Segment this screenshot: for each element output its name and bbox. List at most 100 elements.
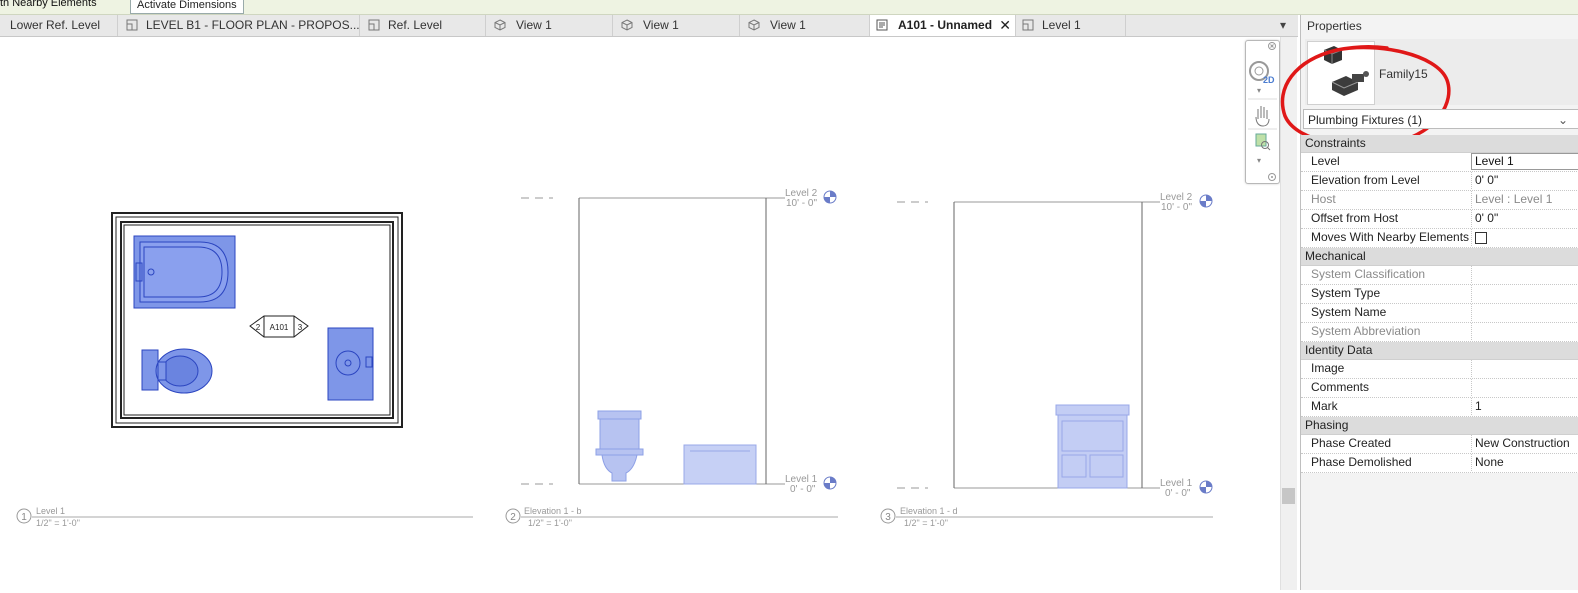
level-1-elevation: 0' - 0" xyxy=(1165,488,1191,499)
prop-row[interactable]: Elevation from Level 0' 0" xyxy=(1301,172,1578,191)
tab-view-1-b[interactable]: View 1 xyxy=(613,15,740,36)
floor-plan-icon xyxy=(126,19,138,31)
property-table: Constraints Level Level 1 Elevation from … xyxy=(1301,135,1578,473)
group-mechanical[interactable]: Mechanical xyxy=(1301,248,1578,266)
prop-value xyxy=(1471,323,1578,340)
prop-key: System Type xyxy=(1311,286,1381,300)
prop-value[interactable]: New Construction xyxy=(1471,435,1578,452)
prop-row[interactable]: Moves With Nearby Elements xyxy=(1301,229,1578,248)
prop-value[interactable]: Level 1 xyxy=(1471,153,1578,170)
moves-with-nearby-checkbox[interactable] xyxy=(1475,232,1487,244)
level-head-icon xyxy=(1199,480,1213,494)
prop-row[interactable]: Phase Created New Construction xyxy=(1301,435,1578,454)
type-selector-dropdown[interactable]: Plumbing Fixtures (1) ⌄ xyxy=(1303,109,1578,129)
plan-view[interactable]: A101 2 3 xyxy=(111,212,403,428)
elevation-tag-left: 2 xyxy=(256,323,261,332)
ribbon-strip: th Nearby Elements Activate Dimensions xyxy=(0,0,1578,15)
type-selector-value: Plumbing Fixtures (1) xyxy=(1308,113,1423,127)
level-head-icon xyxy=(1199,194,1213,208)
floor-plan-icon xyxy=(368,19,380,31)
tab-ref-level[interactable]: Ref. Level xyxy=(360,15,486,36)
level-2-elevation: 10' - 0" xyxy=(1161,202,1192,213)
level-1-elevation: 0' - 0" xyxy=(790,484,816,495)
bathtub-plan[interactable] xyxy=(133,235,236,309)
prop-key: Mark xyxy=(1311,399,1338,413)
toilet-elevation[interactable] xyxy=(595,410,644,482)
group-constraints[interactable]: Constraints xyxy=(1301,135,1578,153)
tab-level-b1[interactable]: LEVEL B1 - FLOOR PLAN - PROPOS... xyxy=(118,15,360,36)
chevron-down-icon[interactable]: ⌄ xyxy=(1558,110,1568,130)
prop-value[interactable] xyxy=(1471,304,1578,321)
dropdown-arrow-icon[interactable]: ▾ xyxy=(1257,156,1261,165)
vanity-elevation[interactable] xyxy=(1055,404,1130,489)
prop-row[interactable]: System Name xyxy=(1301,304,1578,323)
options-icon[interactable] xyxy=(1268,173,1276,181)
group-phasing[interactable]: Phasing xyxy=(1301,417,1578,435)
prop-row[interactable]: System Type xyxy=(1301,285,1578,304)
prop-row[interactable]: Comments xyxy=(1301,379,1578,398)
sheet-canvas[interactable]: A101 2 3 Level 2 10' - 0" Level 1 0' - 0… xyxy=(0,37,1280,590)
3d-view-icon xyxy=(494,19,506,31)
prop-row[interactable]: Phase Demolished None xyxy=(1301,454,1578,473)
tab-label: A101 - Unnamed xyxy=(898,18,993,32)
bathtub-elevation[interactable] xyxy=(683,444,757,485)
tab-label: Lower Ref. Level xyxy=(10,18,101,32)
prop-row[interactable]: Level Level 1 xyxy=(1301,153,1578,172)
prop-key: Phase Created xyxy=(1311,436,1392,450)
toilet-plan[interactable] xyxy=(141,348,213,394)
prop-value[interactable] xyxy=(1471,360,1578,377)
prop-value[interactable]: None xyxy=(1471,454,1578,471)
prop-value[interactable]: 1 xyxy=(1471,398,1578,415)
elevation-tag-right: 3 xyxy=(298,323,303,332)
tab-list-menu-icon[interactable]: ▾ xyxy=(1280,18,1286,32)
prop-row[interactable]: Mark 1 xyxy=(1301,398,1578,417)
sheet-icon xyxy=(876,19,888,31)
group-identity-data[interactable]: Identity Data xyxy=(1301,342,1578,360)
elevation-d-view[interactable]: Level 2 10' - 0" Level 1 0' - 0" xyxy=(897,192,1213,499)
elevation-tag[interactable]: A101 2 3 xyxy=(249,315,309,338)
prop-value[interactable] xyxy=(1471,379,1578,396)
view-scale: 1/2" = 1'-0" xyxy=(528,518,572,528)
scrollbar-thumb[interactable] xyxy=(1282,488,1295,504)
tab-label: Ref. Level xyxy=(388,18,443,32)
view-tab-bar: Lower Ref. Level LEVEL B1 - FLOOR PLAN -… xyxy=(0,15,1298,37)
view-name: Elevation 1 - d xyxy=(900,506,958,516)
activate-dimensions-button[interactable]: Activate Dimensions xyxy=(130,0,244,14)
prop-key: Phase Demolished xyxy=(1311,455,1412,469)
prop-value xyxy=(1471,266,1578,283)
view-title-elevation-b: 2 Elevation 1 - b 1/2" = 1'-0" xyxy=(505,506,838,528)
pan-hand-icon[interactable] xyxy=(1255,106,1270,127)
tab-a101-unnamed[interactable]: A101 - Unnamed ✕ xyxy=(870,15,1016,36)
tab-label: LEVEL B1 - FLOOR PLAN - PROPOS... xyxy=(146,18,360,32)
view-title-plan: 1 Level 1 1/2" = 1'-0" xyxy=(16,506,473,528)
elevation-tag-text: A101 xyxy=(270,323,289,332)
tab-view-1-a[interactable]: View 1 xyxy=(486,15,613,36)
view-number: 3 xyxy=(885,512,891,523)
prop-row[interactable]: Offset from Host 0' 0" xyxy=(1301,210,1578,229)
elevation-b-view[interactable]: Level 2 10' - 0" Level 1 0' - 0" xyxy=(521,188,837,495)
navigation-bar-icons: 2D ▾ ▾ xyxy=(1248,42,1277,181)
moves-with-nearby-label: th Nearby Elements xyxy=(0,0,97,9)
prop-key: System Abbreviation xyxy=(1311,324,1421,338)
close-navbar-icon[interactable] xyxy=(1268,42,1276,50)
view-number: 1 xyxy=(21,512,27,523)
tab-view-1-c[interactable]: View 1 xyxy=(740,15,870,36)
close-tab-icon[interactable]: ✕ xyxy=(999,15,1011,36)
2d-label: 2D xyxy=(1263,75,1275,85)
tab-level-1[interactable]: Level 1 xyxy=(1016,15,1126,36)
prop-key: System Classification xyxy=(1311,267,1426,281)
sink-plan[interactable] xyxy=(327,327,374,401)
zoom-region-icon[interactable] xyxy=(1255,133,1271,151)
prop-value[interactable] xyxy=(1471,285,1578,302)
dropdown-arrow-icon[interactable]: ▾ xyxy=(1257,86,1261,95)
3d-view-icon xyxy=(748,19,760,31)
prop-row[interactable]: Image xyxy=(1301,360,1578,379)
tab-lower-ref-level[interactable]: Lower Ref. Level xyxy=(0,15,118,36)
prop-value[interactable]: 0' 0" xyxy=(1471,210,1578,227)
view-name: Level 1 xyxy=(36,506,65,516)
prop-row: System Abbreviation xyxy=(1301,323,1578,342)
view-number: 2 xyxy=(510,512,516,523)
sheet-drawing: A101 2 3 Level 2 10' - 0" Level 1 0' - 0… xyxy=(16,188,1213,528)
prop-value[interactable]: 0' 0" xyxy=(1471,172,1578,189)
tab-label: View 1 xyxy=(770,18,806,32)
